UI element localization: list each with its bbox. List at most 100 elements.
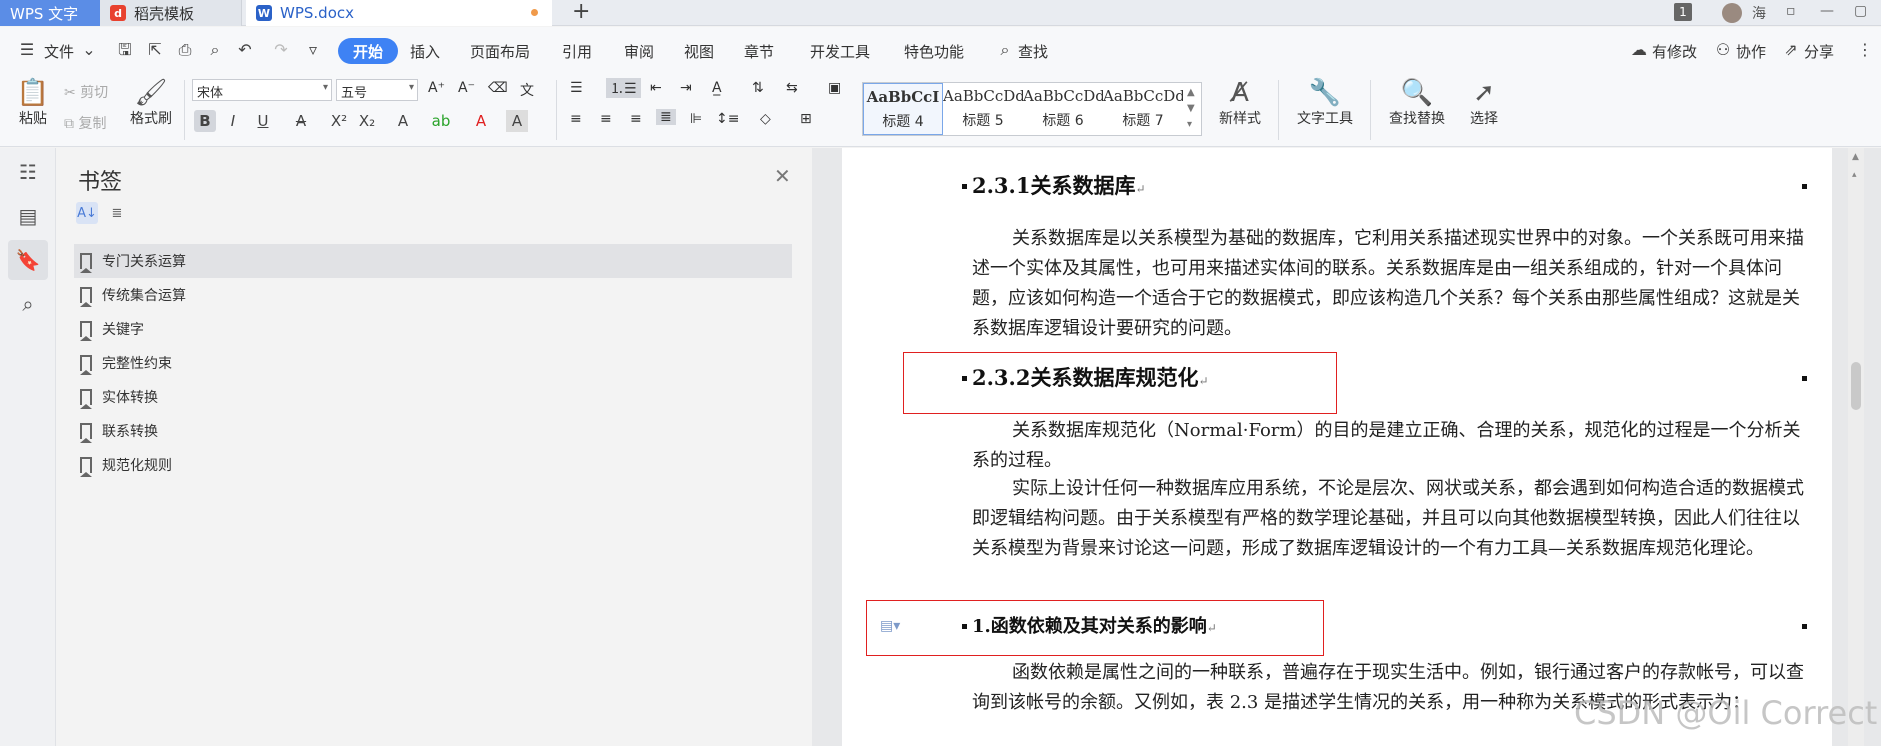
find-panel-icon[interactable]: ⌕ [8, 284, 48, 324]
search-icon[interactable]: ⌕ [996, 41, 1014, 59]
line-spacing-icon[interactable]: ↕≡ [716, 111, 739, 127]
print-icon[interactable]: ⎙ [176, 41, 194, 59]
new-style-button[interactable]: A̸ 新样式 [1210, 78, 1270, 128]
avatar[interactable] [1722, 3, 1742, 23]
chevron-down-icon[interactable]: ⌄ [80, 41, 98, 59]
menu-developer[interactable]: 开发工具 [810, 41, 870, 62]
bookmark-item[interactable]: 实体转换 [74, 380, 792, 414]
style-heading-6[interactable]: AaBbCcDd 标题 6 [1023, 83, 1103, 135]
distributed-icon[interactable]: ⊫ [690, 111, 702, 127]
menu-insert[interactable]: 插入 [410, 41, 440, 62]
collab-button[interactable]: 协作 [1736, 41, 1766, 62]
sort-by-name-icon[interactable]: A↓ [76, 202, 98, 224]
maximize-icon[interactable]: ▢ [1854, 0, 1867, 22]
font-size-select[interactable]: 五号 [336, 79, 418, 101]
chapter-nav-icon[interactable]: ▤ [8, 196, 48, 236]
align-right-icon[interactable]: ≡ [630, 111, 642, 127]
heading-2-3-1[interactable]: 2.3.1关系数据库↵ [972, 170, 1146, 200]
gallery-scroll-up-icon[interactable]: ▲ [1187, 87, 1195, 98]
font-color-button[interactable]: A [470, 110, 492, 132]
format-painter-button[interactable]: 🖌 格式刷 [126, 78, 176, 128]
new-tab-button[interactable]: + [572, 0, 590, 26]
collab-user-icon[interactable]: ⚇ [1714, 41, 1732, 59]
grow-font-icon[interactable]: A⁺ [428, 80, 445, 96]
text-box-icon[interactable]: ▣ [828, 80, 841, 96]
bullet-list-icon[interactable]: ☰ [570, 80, 583, 96]
style-heading-4[interactable]: AaBbCcI 标题 4 [863, 83, 943, 135]
paste-button[interactable]: 📋 粘贴 [12, 78, 54, 128]
minimize-icon[interactable]: — [1820, 0, 1834, 22]
menu-review[interactable]: 审阅 [624, 41, 654, 62]
menu-view[interactable]: 视图 [684, 41, 714, 62]
align-left-icon[interactable]: ≡ [570, 111, 582, 127]
share-button[interactable]: 分享 [1804, 41, 1834, 62]
cloud-sync-icon[interactable]: ☁ [1630, 41, 1648, 59]
style-heading-5[interactable]: AaBbCcDd 标题 5 [943, 83, 1023, 135]
paragraph[interactable]: 实际上设计任何一种数据库应用系统，不论是层次、网状或关系，都会遇到如何构造合适的… [972, 474, 1808, 564]
bookmark-item[interactable]: 规范化规则 [74, 448, 792, 482]
border-icon[interactable]: ⊞ [800, 111, 812, 127]
customize-icon[interactable]: ▿ [304, 41, 322, 59]
menu-special[interactable]: 特色功能 [904, 41, 964, 62]
char-shading-button[interactable]: A [506, 110, 528, 132]
restore-icon[interactable]: ▫ [1786, 0, 1796, 22]
select-button[interactable]: ➚ 选择 [1460, 78, 1508, 128]
clear-format-icon[interactable]: ⌫ [488, 80, 508, 96]
show-hide-icon[interactable]: ⇆ [786, 80, 798, 96]
save-icon[interactable]: 🖫 [116, 41, 134, 59]
increase-indent-icon[interactable]: ⇥ [680, 80, 692, 96]
style-heading-7[interactable]: AaBbCcDd 标题 7 [1103, 83, 1183, 135]
text-effect-button[interactable]: A [392, 110, 414, 132]
bookmark-item[interactable]: 传统集合运算 [74, 278, 792, 312]
tab-wps-writer[interactable]: WPS 文字 [0, 0, 100, 26]
menu-search[interactable]: 查找 [1018, 41, 1048, 62]
justify-icon[interactable]: ≣ [656, 109, 676, 125]
menu-reference[interactable]: 引用 [562, 41, 592, 62]
outline-icon[interactable]: ☷ [8, 152, 48, 192]
chinese-layout-icon[interactable]: A̲ [712, 80, 722, 96]
bold-button[interactable]: B [194, 110, 216, 132]
sort-by-position-icon[interactable]: ≣ [106, 202, 128, 224]
share-icon[interactable]: ⇗ [1782, 41, 1800, 59]
modified-status[interactable]: 有修改 [1652, 41, 1697, 62]
shrink-font-icon[interactable]: A⁻ [458, 80, 475, 96]
subscript-button[interactable]: X₂ [356, 110, 378, 132]
window-count-badge[interactable]: 1 [1674, 3, 1692, 21]
paragraph-shading-icon[interactable]: ◇ [760, 111, 771, 127]
cut-button[interactable]: ✂ 剪切 [64, 82, 108, 102]
sort-icon[interactable]: ⇅ [752, 80, 764, 96]
gallery-expand-icon[interactable]: ▾ [1187, 119, 1192, 130]
scroll-thumb[interactable] [1851, 362, 1861, 410]
user-name[interactable]: 海 [1752, 3, 1766, 23]
strikethrough-button[interactable]: A [290, 110, 312, 132]
text-tools-button[interactable]: 🔧 文字工具 [1288, 78, 1362, 128]
output-icon[interactable]: ⇱ [146, 41, 164, 59]
tab-template[interactable]: d 稻壳模板 [100, 0, 242, 26]
tab-document[interactable]: W WPS.docx [246, 0, 552, 26]
numbered-list-icon[interactable]: ⒈☰ [606, 78, 641, 98]
bookmark-panel-icon[interactable]: 🔖 [8, 240, 48, 280]
menu-file[interactable]: 文件 [44, 41, 74, 62]
decrease-indent-icon[interactable]: ⇤ [650, 80, 662, 96]
scroll-page-up-icon[interactable]: ▴ [1852, 170, 1857, 180]
vertical-scrollbar[interactable]: ▲ ▴ [1848, 148, 1864, 746]
close-icon[interactable]: ✕ [774, 164, 791, 188]
undo-icon[interactable]: ↶ [236, 41, 254, 59]
paragraph[interactable]: 关系数据库是以关系模型为基础的数据库，它利用关系描述现实世界中的对象。一个关系既… [972, 224, 1808, 344]
find-replace-button[interactable]: 🔍 查找替换 [1380, 78, 1454, 128]
font-name-select[interactable]: 宋体 [192, 79, 332, 101]
menu-chapter[interactable]: 章节 [744, 41, 774, 62]
copy-button[interactable]: ⧉ 复制 [64, 113, 106, 133]
scroll-up-icon[interactable]: ▲ [1852, 152, 1859, 162]
print-preview-icon[interactable]: ⌕ [206, 41, 224, 59]
align-center-icon[interactable]: ≡ [600, 111, 612, 127]
underline-button[interactable]: U [252, 110, 274, 132]
menu-start[interactable]: 开始 [338, 38, 398, 64]
italic-button[interactable]: I [222, 110, 244, 132]
document-page[interactable]: 2.3.1关系数据库↵ 关系数据库是以关系模型为基础的数据库，它利用关系描述现实… [842, 148, 1832, 746]
bookmark-item[interactable]: 联系转换 [74, 414, 792, 448]
menu-hamburger-icon[interactable]: ☰ [18, 41, 36, 59]
bookmark-item[interactable]: 专门关系运算 [74, 244, 792, 278]
superscript-button[interactable]: X² [328, 110, 350, 132]
gallery-scroll-down-icon[interactable]: ▼ [1187, 103, 1195, 114]
